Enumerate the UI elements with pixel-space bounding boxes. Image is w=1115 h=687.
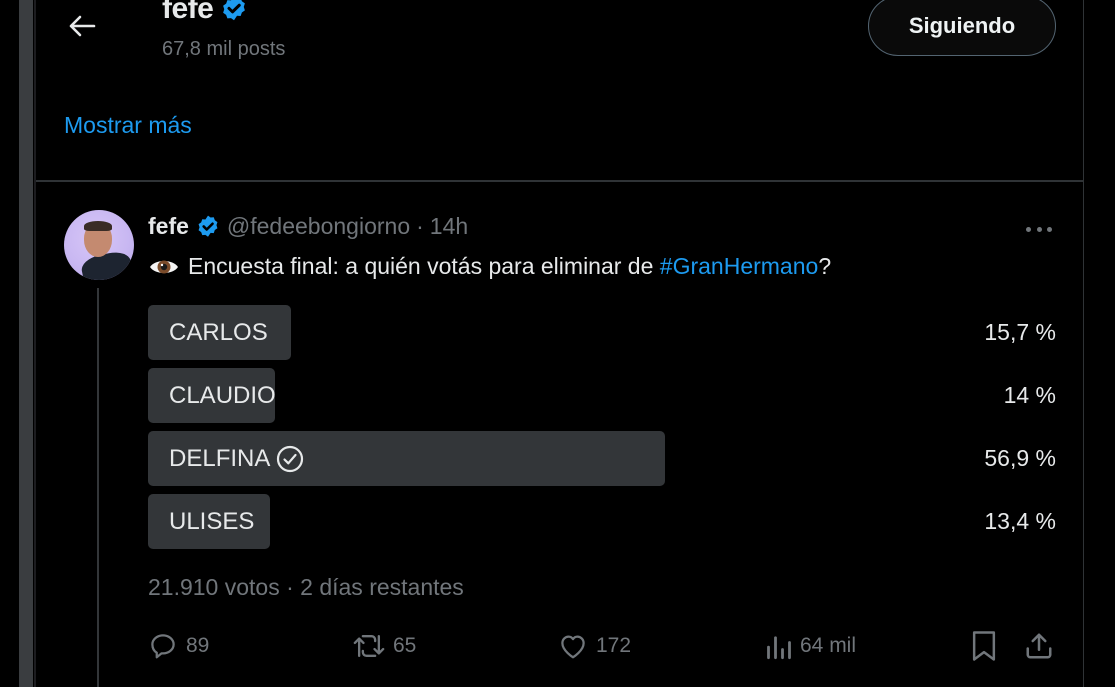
eye-emoji-icon xyxy=(148,256,180,278)
dot-icon xyxy=(1026,226,1031,232)
tweet-actions: 89 65 172 64 mil xyxy=(148,626,1058,666)
show-more-link[interactable]: Mostrar más xyxy=(64,112,192,139)
thread-line xyxy=(97,288,99,687)
analytics-icon xyxy=(767,636,791,660)
repost-count: 65 xyxy=(393,634,417,657)
poll-meta: 21.910 votos · 2 días restantes xyxy=(148,574,464,600)
profile-name-text: fefe xyxy=(162,0,214,25)
column-border-right xyxy=(1083,0,1084,687)
profile-header: fefe 67,8 mil posts Siguiendo xyxy=(36,0,1083,70)
back-button[interactable] xyxy=(62,6,102,46)
arrow-left-icon xyxy=(69,15,96,37)
author-name[interactable]: fefe xyxy=(148,213,189,240)
avatar[interactable] xyxy=(64,210,134,280)
verified-badge-icon xyxy=(223,0,246,21)
poll-option: DELFINA 56,9 % xyxy=(148,431,1056,486)
poll-option-label: DELFINA xyxy=(169,444,271,472)
poll-option-label: CARLOS xyxy=(169,318,268,346)
repost-button[interactable]: 65 xyxy=(353,626,416,666)
timestamp[interactable]: 14h xyxy=(430,213,468,240)
poll-option-label: CLAUDIO xyxy=(169,381,276,409)
column-border-left xyxy=(34,0,36,687)
divider xyxy=(36,180,1083,182)
author-handle[interactable]: @fedeebongiorno xyxy=(227,213,410,240)
like-button[interactable]: 172 xyxy=(558,626,631,666)
poll-option: CARLOS 15,7 % xyxy=(148,305,1056,360)
poll: CARLOS 15,7 % CLAUDIO 14 % DELFINA 56,9 … xyxy=(148,305,1056,557)
following-button[interactable]: Siguiendo xyxy=(868,0,1056,56)
poll-option: CLAUDIO 14 % xyxy=(148,368,1056,423)
heart-icon xyxy=(561,635,585,659)
more-options-button[interactable] xyxy=(1022,216,1056,242)
tweet-text: Encuesta final: a quién votás para elimi… xyxy=(148,253,831,280)
poll-option: ULISES 13,4 % xyxy=(148,494,1056,549)
profile-name: fefe xyxy=(162,0,249,26)
dot-icon xyxy=(1047,226,1052,232)
reply-icon xyxy=(151,634,175,659)
like-count: 172 xyxy=(596,634,632,657)
share-button[interactable] xyxy=(1024,626,1054,666)
poll-option-label: ULISES xyxy=(169,507,255,535)
views-button[interactable]: 64 mil xyxy=(766,626,856,666)
separator: · xyxy=(416,213,424,239)
dot-icon xyxy=(1036,226,1042,232)
post-count: 67,8 mil posts xyxy=(162,38,286,60)
tweet-text-body: Encuesta final: a quién votás para elimi… xyxy=(188,253,660,279)
repost-icon xyxy=(353,634,385,658)
bookmark-icon xyxy=(972,631,996,661)
check-circle-icon xyxy=(277,445,304,472)
tweet-header: fefe @fedeebongiorno · 14h xyxy=(148,213,468,240)
poll-option-percent: 13,4 % xyxy=(984,508,1056,534)
poll-option-percent: 14 % xyxy=(1003,382,1056,408)
poll-option-percent: 56,9 % xyxy=(984,445,1056,471)
reply-count: 89 xyxy=(186,634,210,657)
verified-badge-icon xyxy=(198,215,218,237)
bookmark-button[interactable] xyxy=(970,626,998,666)
view-count: 64 mil xyxy=(800,634,857,657)
tweet-text-end: ? xyxy=(818,253,832,279)
scrollbar[interactable] xyxy=(19,0,33,687)
reply-button[interactable]: 89 xyxy=(148,626,209,666)
hashtag-link[interactable]: #GranHermano xyxy=(660,253,819,280)
share-icon xyxy=(1026,633,1052,659)
poll-option-percent: 15,7 % xyxy=(984,319,1056,345)
